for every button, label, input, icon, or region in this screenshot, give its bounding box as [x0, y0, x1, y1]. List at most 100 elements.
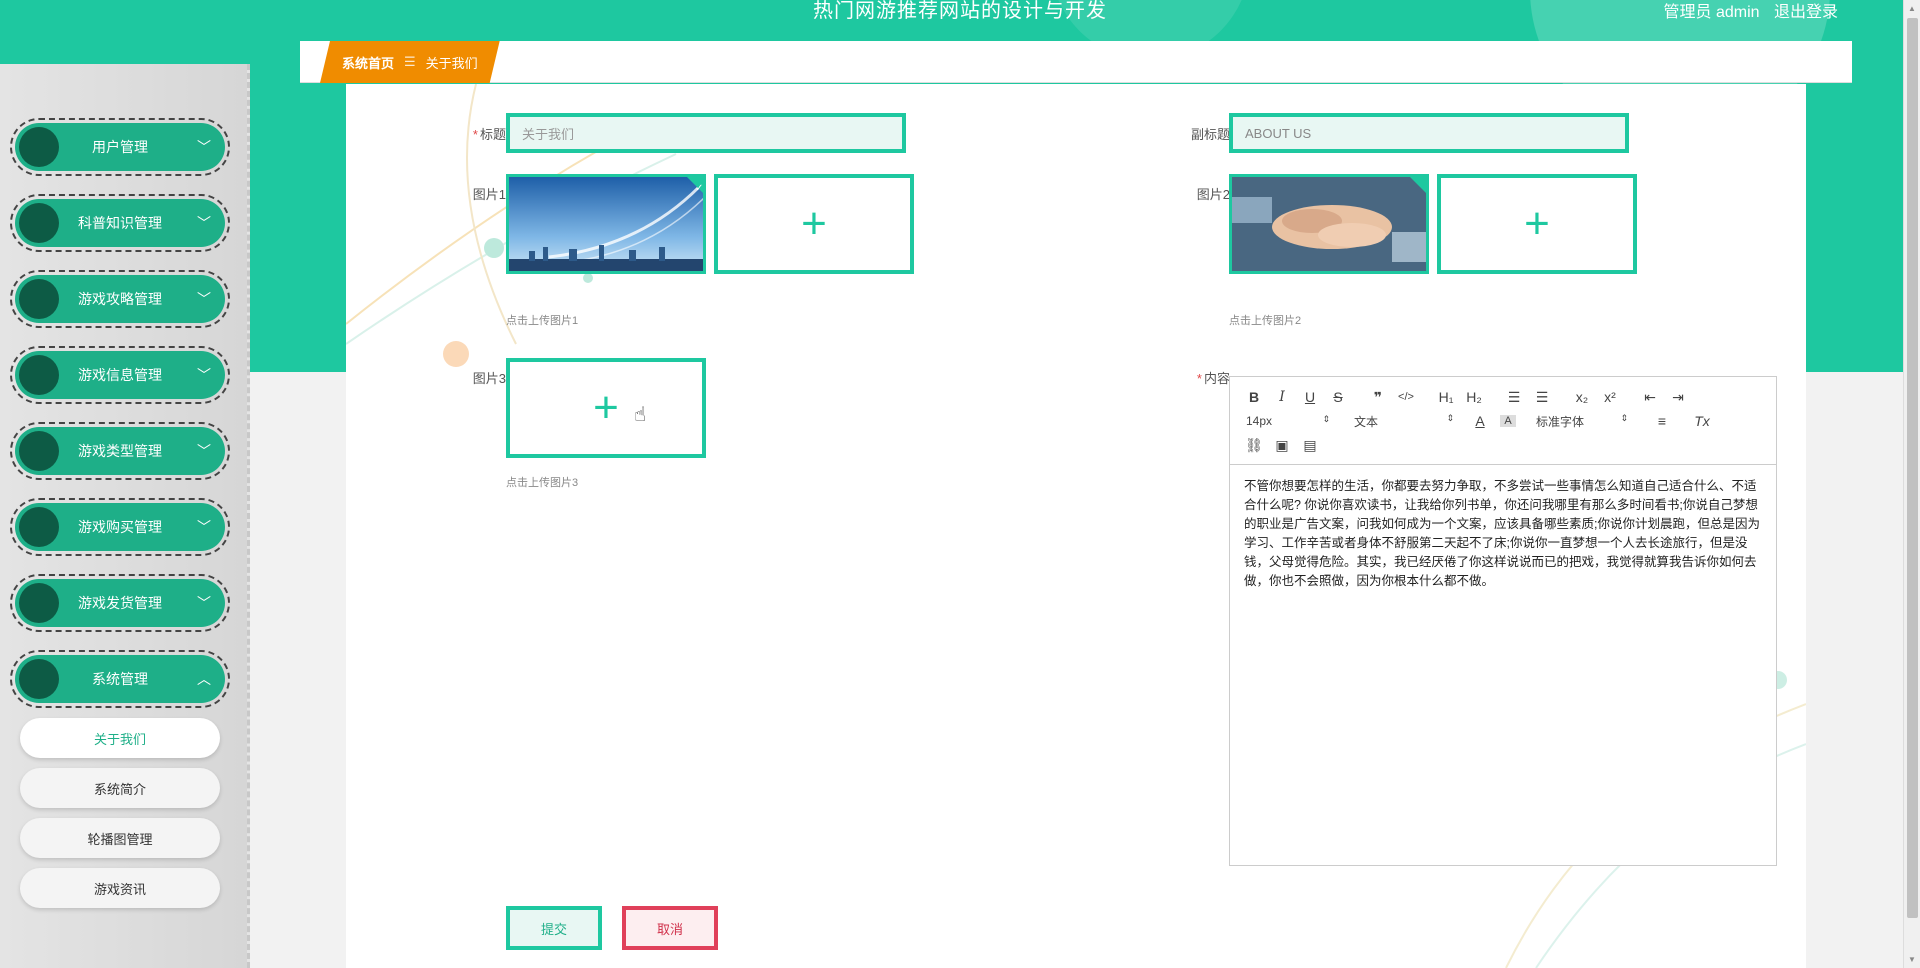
font-family-select[interactable]: 标准字体 ⇕	[1536, 413, 1628, 430]
menu-dot-icon	[19, 659, 59, 699]
menu-dot-icon	[19, 279, 59, 319]
menu-dot-icon	[19, 507, 59, 547]
menu-label: 游戏攻略管理	[78, 291, 162, 307]
subtitle-label: 副标题	[1190, 127, 1230, 142]
sidebar-menu-knowledge[interactable]: 科普知识管理 ﹀	[10, 194, 230, 252]
menu-dot-icon	[19, 203, 59, 243]
background-color-icon[interactable]: A	[1500, 415, 1516, 427]
content-label: * 内容	[1196, 371, 1230, 386]
menu-dot-icon	[19, 127, 59, 167]
pic1-thumbnail[interactable]: ✓	[506, 174, 706, 274]
team-hands-image	[1232, 177, 1426, 271]
link-icon[interactable]: ⛓	[1240, 437, 1268, 454]
sidebar-menu-guides[interactable]: 游戏攻略管理 ﹀	[10, 270, 230, 328]
pic1-tip: 点击上传图片1	[506, 315, 579, 327]
blockquote-icon[interactable]: ❞	[1364, 389, 1392, 406]
sidebar-item-game-news[interactable]: 游戏资讯	[20, 868, 220, 908]
hand-cursor-icon: ☝	[634, 404, 647, 426]
site-title: 热门网游推荐网站的设计与开发	[813, 0, 1107, 22]
chevron-up-icon: ︿	[197, 671, 211, 687]
editor-toolbar: B I U S ❞ </> H₁ H₂ ☰ ☰ x₂ x² ⇤ ⇥ 14px ⇕ …	[1230, 377, 1776, 465]
breadcrumb-current: 关于我们	[425, 55, 478, 71]
ordered-list-icon[interactable]: ☰	[1500, 389, 1528, 406]
image-icon[interactable]: ▣	[1268, 437, 1296, 454]
menu-label: 游戏类型管理	[78, 443, 162, 459]
underline-icon[interactable]: U	[1296, 389, 1324, 405]
font-size-select[interactable]: 14px ⇕	[1240, 414, 1330, 428]
pic3-upload-button[interactable]: +	[506, 358, 706, 458]
editor-content[interactable]: 不管你想要怎样的生活，你都要去努力争取，不多尝试一些事情怎么知道自己适合什么、不…	[1230, 465, 1776, 603]
pic2-tip: 点击上传图片2	[1229, 315, 1302, 327]
pic2-thumbnail[interactable]	[1229, 174, 1429, 274]
heading2-icon[interactable]: H₂	[1460, 389, 1488, 405]
italic-icon[interactable]: I	[1268, 389, 1296, 405]
chevron-down-icon: ﹀	[197, 367, 211, 383]
sidebar-menu-system[interactable]: 系统管理 ︿	[10, 650, 230, 708]
sidebar-menu-game-types[interactable]: 游戏类型管理 ﹀	[10, 422, 230, 480]
menu-label: 游戏购买管理	[78, 519, 162, 535]
chevron-down-icon: ﹀	[197, 215, 211, 231]
title-input[interactable]: 关于我们	[506, 113, 906, 153]
menu-dot-icon	[19, 431, 59, 471]
menu-dot-icon	[19, 355, 59, 395]
clear-format-icon[interactable]: Tx	[1688, 413, 1716, 429]
title-label: * 标题	[472, 127, 506, 142]
sidebar-menu-users[interactable]: 用户管理 ﹀	[10, 118, 230, 176]
submit-button[interactable]: 提交	[506, 906, 602, 950]
bold-icon[interactable]: B	[1240, 389, 1268, 405]
menu-dot-icon	[19, 583, 59, 623]
video-icon[interactable]: ▤	[1296, 437, 1324, 454]
sidebar-menu-shipping[interactable]: 游戏发货管理 ﹀	[10, 574, 230, 632]
subtitle-input[interactable]: ABOUT US	[1229, 113, 1629, 153]
align-icon[interactable]: ≡	[1648, 413, 1676, 429]
menu-label: 用户管理	[92, 139, 148, 155]
menu-label: 系统管理	[92, 671, 148, 687]
sidebar-item-about-us[interactable]: 关于我们	[20, 718, 220, 758]
user-role: 管理员 admin	[1663, 4, 1760, 21]
chevron-down-icon: ﹀	[197, 595, 211, 611]
chevron-down-icon: ﹀	[197, 519, 211, 535]
sidebar-item-system-intro[interactable]: 系统简介	[20, 768, 220, 808]
pic1-upload-button[interactable]: +	[714, 174, 914, 274]
scroll-down-icon[interactable]: ▼	[1908, 955, 1916, 964]
subscript-icon[interactable]: x₂	[1568, 389, 1596, 405]
svg-text:✓: ✓	[695, 183, 703, 194]
superscript-icon[interactable]: x²	[1596, 389, 1624, 405]
select-arrow-icon: ⇕	[1446, 412, 1454, 423]
breadcrumb-bar: 系统首页 ☰ 关于我们	[300, 41, 1852, 83]
indent-icon[interactable]: ⇥	[1664, 389, 1692, 406]
pic3-tip: 点击上传图片3	[506, 477, 579, 489]
pic2-upload-button[interactable]: +	[1437, 174, 1637, 274]
pic2-label: 图片2	[1196, 187, 1230, 202]
sidebar-menu-game-info[interactable]: 游戏信息管理 ﹀	[10, 346, 230, 404]
menu-icon: ☰	[404, 54, 416, 69]
chevron-down-icon: ﹀	[197, 139, 211, 155]
sidebar: 用户管理 ﹀ 科普知识管理 ﹀ 游戏攻略管理 ﹀ 游戏信息管理 ﹀ 游戏类型管理 ﹀ 游戏…	[0, 64, 250, 968]
select-arrow-icon: ⇕	[1322, 414, 1330, 424]
scroll-up-icon[interactable]: ▲	[1908, 4, 1916, 13]
sidebar-item-carousel[interactable]: 轮播图管理	[20, 818, 220, 858]
menu-label: 游戏信息管理	[78, 367, 162, 383]
breadcrumb: 系统首页 ☰ 关于我们	[320, 41, 500, 83]
strikethrough-icon[interactable]: S	[1324, 389, 1352, 405]
chevron-down-icon: ﹀	[197, 443, 211, 459]
outdent-icon[interactable]: ⇤	[1636, 389, 1664, 406]
font-color-icon[interactable]: A	[1466, 413, 1494, 429]
page-scrollbar[interactable]: ▲ ▼	[1903, 0, 1920, 968]
pic1-label: 图片1	[472, 187, 506, 202]
menu-label: 科普知识管理	[78, 215, 162, 231]
sidebar-menu-purchases[interactable]: 游戏购买管理 ﹀	[10, 498, 230, 556]
menu-label: 游戏发货管理	[78, 595, 162, 611]
chevron-down-icon: ﹀	[197, 291, 211, 307]
logout-link[interactable]: 退出登录	[1774, 4, 1838, 21]
cancel-button[interactable]: 取消	[622, 906, 718, 950]
select-arrow-icon: ⇕	[1620, 412, 1628, 423]
breadcrumb-home[interactable]: 系统首页	[342, 53, 394, 72]
block-type-select[interactable]: 文本 ⇕	[1354, 413, 1454, 430]
bullet-list-icon[interactable]: ☰	[1528, 389, 1556, 406]
code-icon[interactable]: </>	[1392, 391, 1420, 403]
heading1-icon[interactable]: H₁	[1432, 389, 1460, 405]
scrollbar-thumb[interactable]	[1907, 18, 1918, 918]
rich-text-editor[interactable]: B I U S ❞ </> H₁ H₂ ☰ ☰ x₂ x² ⇤ ⇥ 14px ⇕ …	[1229, 376, 1777, 866]
user-area: 管理员 admin 退出登录	[1654, 0, 1839, 22]
